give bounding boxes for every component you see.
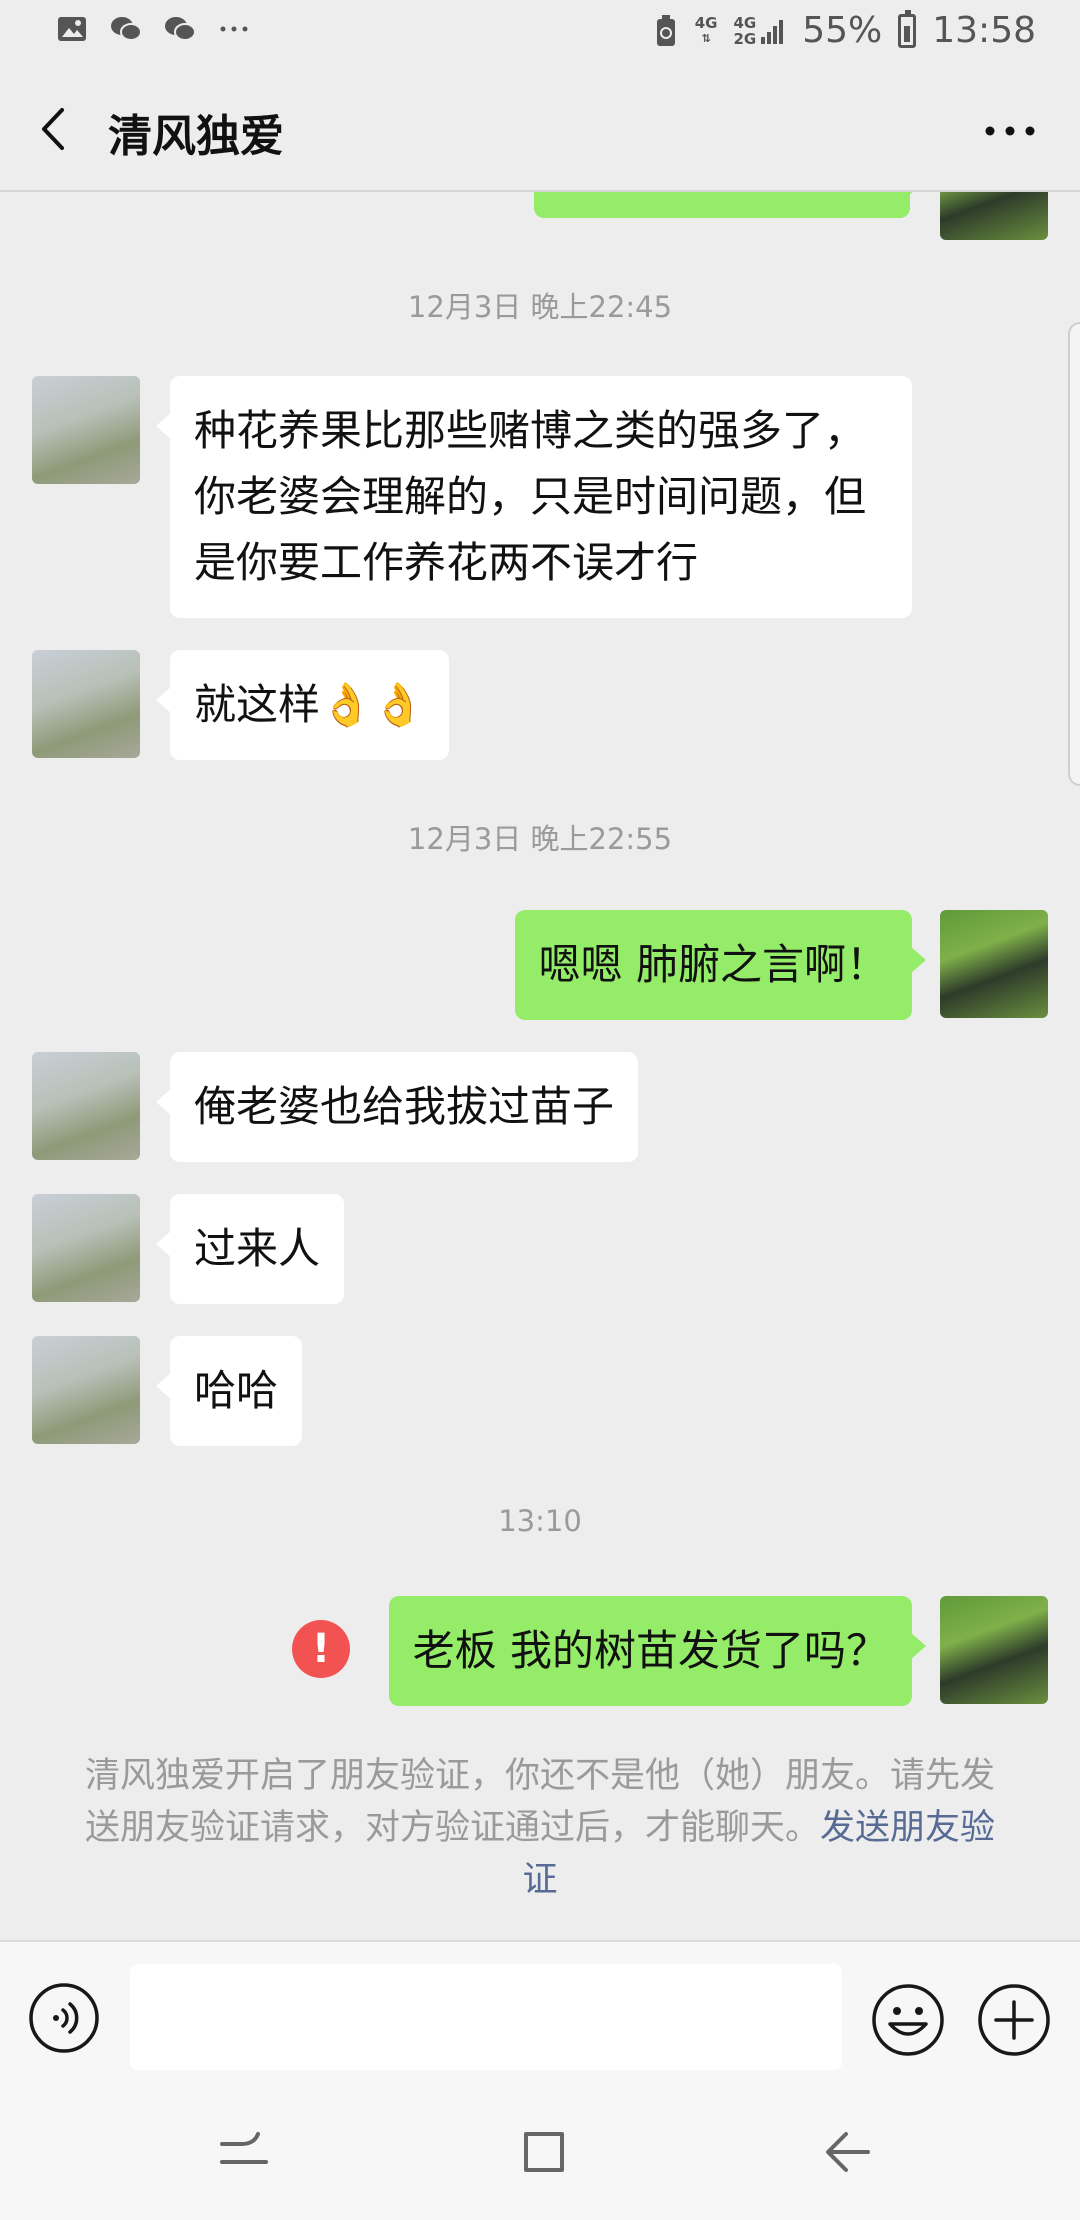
plus-icon[interactable] — [976, 1982, 1052, 2058]
timestamp: 12月3日 晚上22:45 — [407, 290, 673, 324]
avatar[interactable] — [32, 1052, 140, 1160]
battery-icon — [898, 9, 917, 48]
recent-apps-icon[interactable] — [214, 2126, 274, 2178]
timestamp: 12月3日 晚上22:55 — [407, 822, 673, 856]
message-bubble[interactable]: 就这样👌👌 — [156, 650, 449, 760]
wechat-icon — [111, 17, 142, 41]
network-type-1: 4G — [694, 13, 718, 32]
message-bubble-partial[interactable] — [534, 192, 924, 218]
avatar[interactable] — [940, 192, 1048, 240]
back-nav-icon[interactable] — [818, 2126, 878, 2178]
message-bubble[interactable]: 哈哈 — [155, 1336, 303, 1446]
home-icon[interactable] — [514, 2126, 574, 2178]
avatar[interactable] — [32, 1336, 140, 1444]
more-notifications-icon — [220, 26, 248, 32]
avatar[interactable] — [32, 650, 140, 758]
chevron-left-icon[interactable] — [28, 96, 88, 162]
avatar[interactable] — [940, 1596, 1048, 1704]
send-failed-icon[interactable]: ! — [292, 1620, 350, 1678]
message-bubble[interactable]: 种花养果比那些赌博之类的强多了，你老婆会理解的，只是时间问题，但是你要工作养花两… — [156, 376, 912, 618]
ellipsis-icon[interactable] — [980, 106, 1040, 156]
gallery-icon — [58, 17, 86, 41]
battery-saver-icon — [656, 14, 675, 46]
network-type-2: 4G — [733, 13, 757, 32]
battery-percent: 55% — [802, 10, 883, 51]
navigation-bar — [0, 2076, 1080, 2220]
chat-header: 清风独爱 — [0, 66, 1080, 192]
timestamp: 13:10 — [498, 1504, 582, 1538]
message-bubble[interactable]: 老板 我的树苗发货了吗？ — [388, 1596, 927, 1706]
scroll-indicator[interactable] — [1068, 322, 1080, 786]
avatar[interactable] — [32, 376, 140, 484]
input-bar — [0, 1940, 1080, 2076]
notification-icons — [56, 14, 250, 44]
message-bubble[interactable]: 嗯嗯 肺腑之言啊！ — [514, 910, 927, 1020]
message-list[interactable]: 12月3日 晚上22:45 种花养果比那些赌博之类的强多了，你老婆会理解的，只是… — [0, 192, 1080, 1940]
avatar[interactable] — [32, 1194, 140, 1302]
emoji-icon[interactable] — [870, 1982, 946, 2058]
system-status: 4G ⇅ 4G 2G 55% 13:58 — [653, 9, 1036, 51]
network-type-3: 2G — [733, 29, 757, 48]
message-bubble[interactable]: 俺老婆也给我拔过苗子 — [155, 1052, 639, 1162]
message-bubble[interactable]: 过来人 — [155, 1194, 345, 1304]
message-input[interactable] — [130, 1964, 842, 2070]
verification-notice: 清风独爱开启了朋友验证，你还不是他（她）朋友。请先发送朋友验证请求，对方验证通过… — [80, 1750, 1000, 1906]
signal-icon — [761, 19, 784, 44]
avatar[interactable] — [940, 910, 1048, 1018]
clock: 13:58 — [932, 10, 1036, 51]
status-bar: 4G ⇅ 4G 2G 55% 13:58 — [0, 0, 1080, 66]
wechat-icon — [165, 17, 196, 41]
voice-icon[interactable] — [28, 1982, 100, 2054]
chat-title: 清风独爱 — [108, 111, 284, 162]
data-arrows-icon: ⇅ — [701, 31, 711, 45]
